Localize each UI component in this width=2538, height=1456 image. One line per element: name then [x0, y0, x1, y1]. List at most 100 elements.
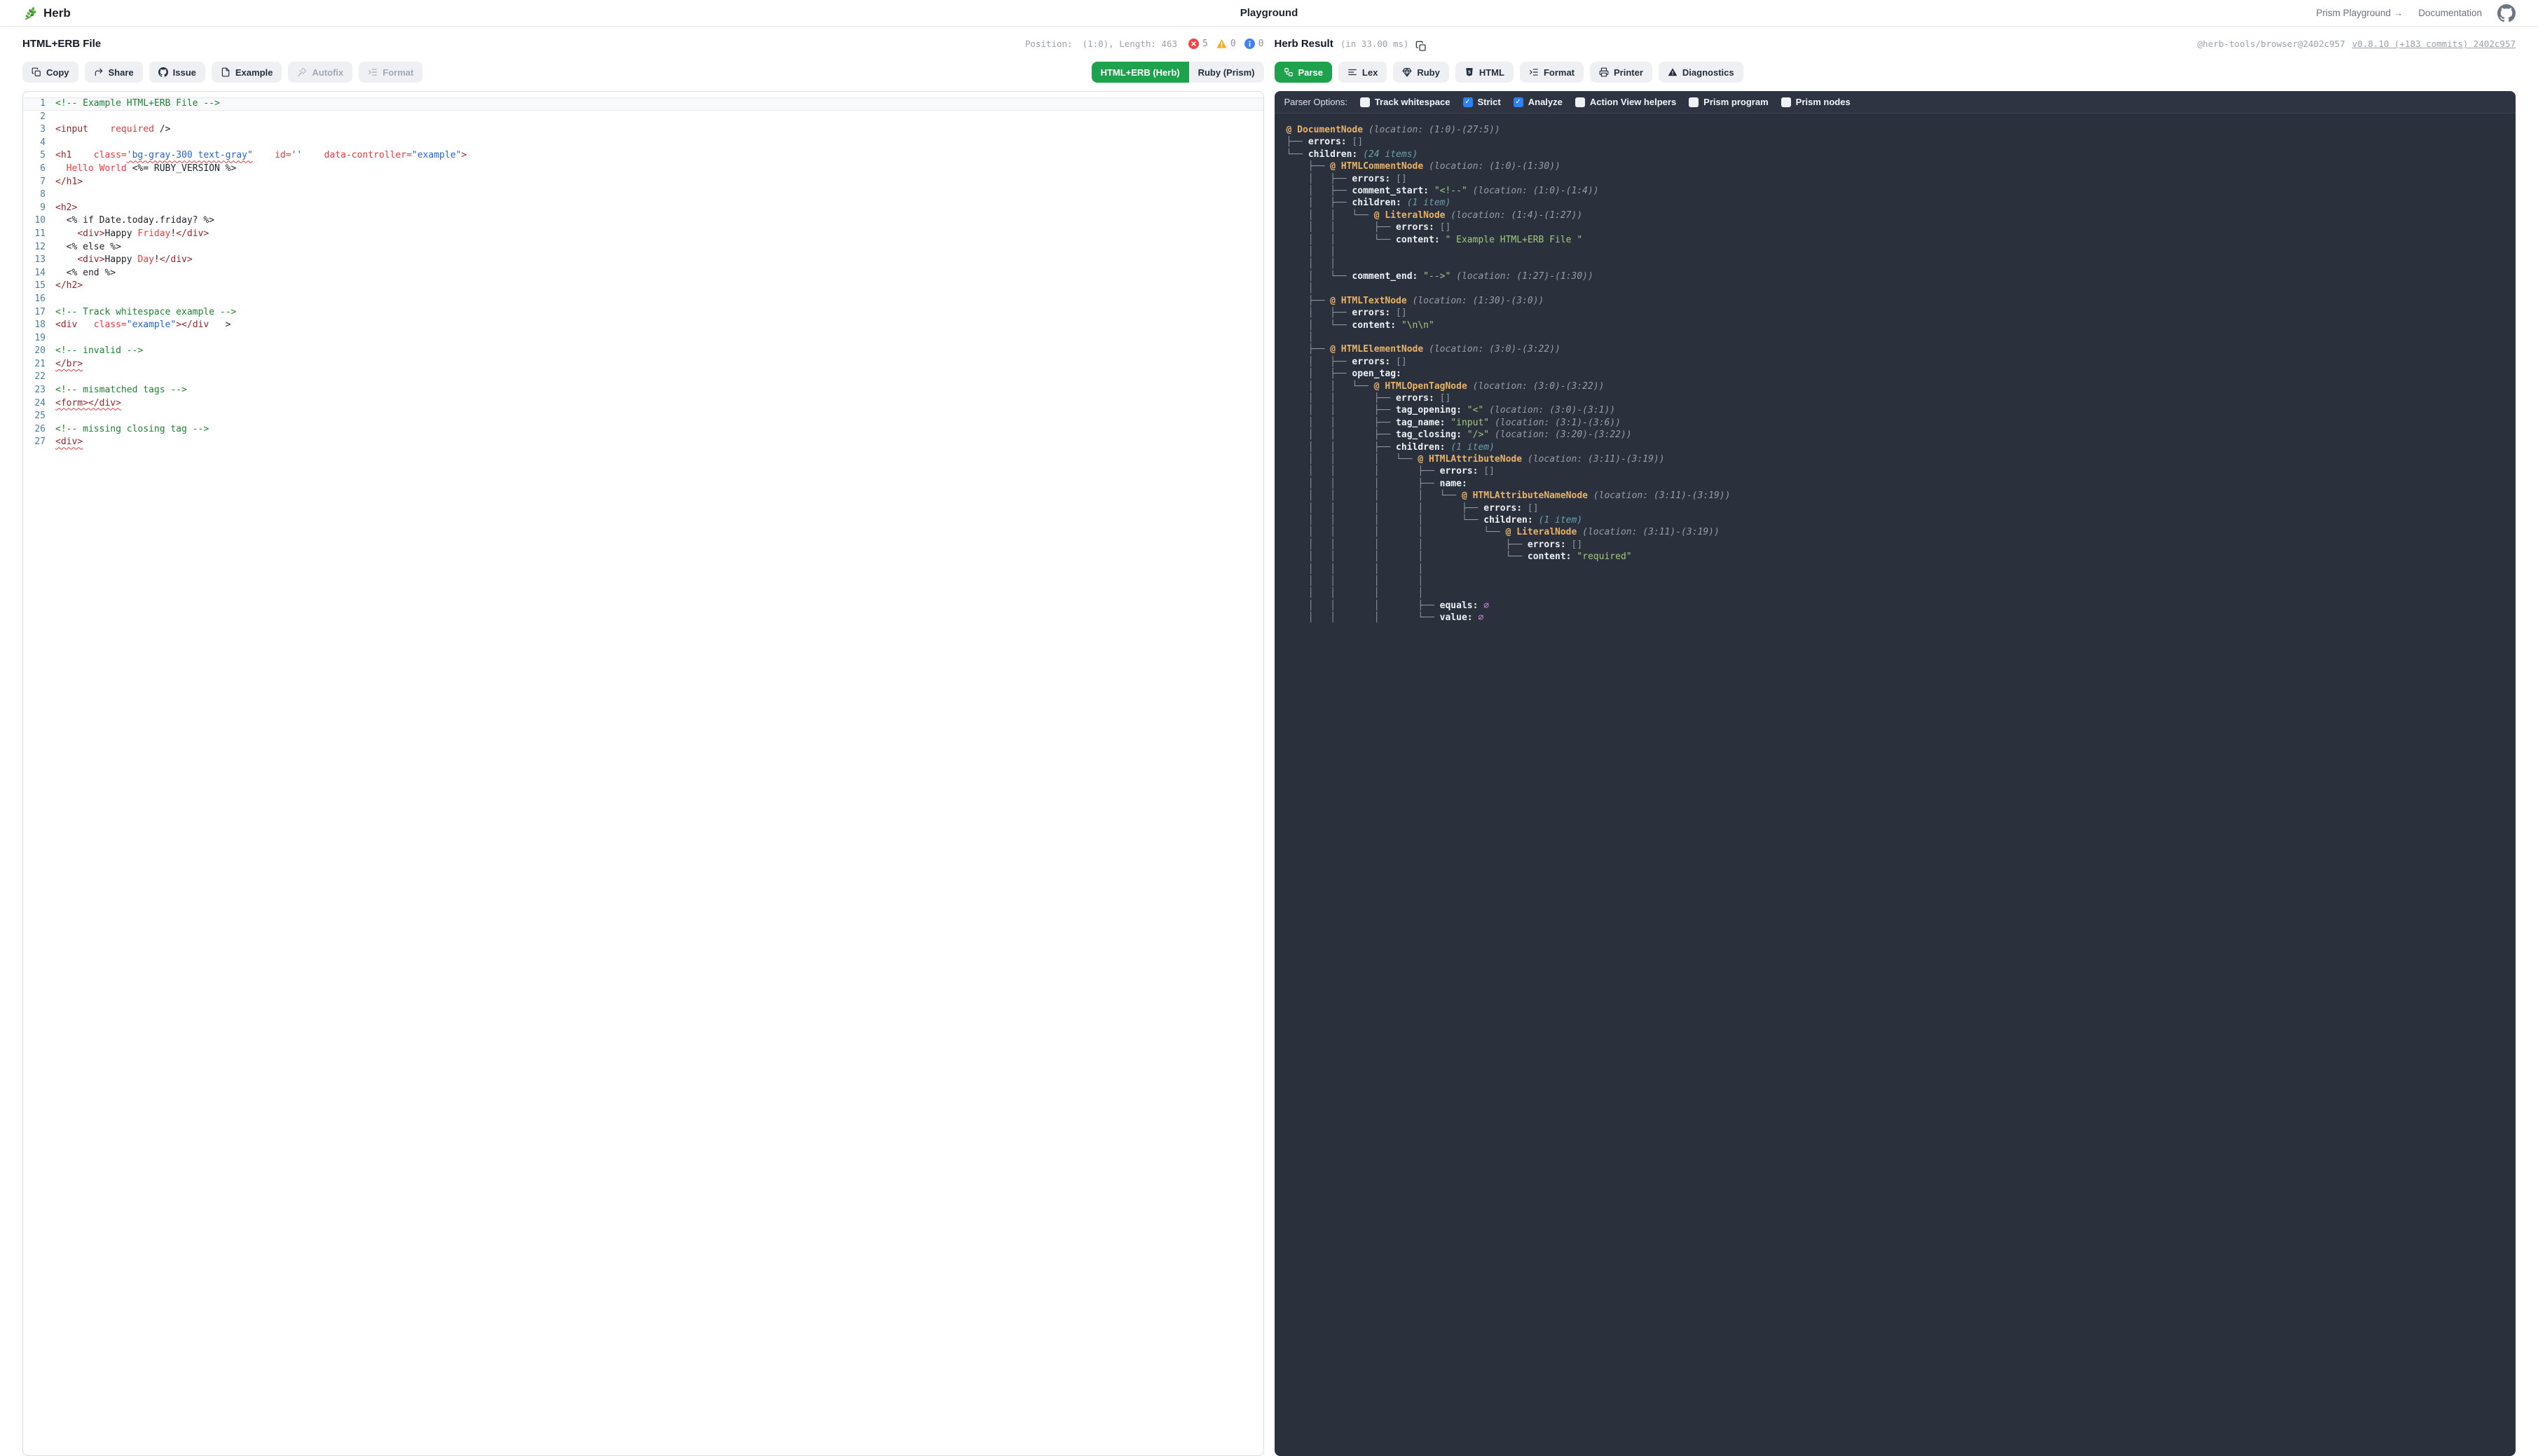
tree-line: │ │ ├── errors: [] — [1287, 392, 2504, 404]
wand-icon — [297, 67, 307, 77]
github-icon[interactable] — [2497, 4, 2516, 22]
tree-line: │ │ └── @ HTMLOpenTagNode (location: (3:… — [1287, 380, 2504, 392]
html-button[interactable]: 5 HTML — [1455, 62, 1514, 83]
warning-icon — [1216, 39, 1227, 49]
cursor-position: Position:(1:0), Length: 463 — [1025, 39, 1177, 49]
format-button[interactable]: Format — [359, 62, 423, 83]
file-icon — [221, 67, 231, 77]
code-line: 4 — [23, 137, 1263, 150]
code-line: 18<div class="example"></div > — [23, 319, 1263, 332]
checkbox-analyze[interactable]: ✓Analyze — [1514, 97, 1563, 107]
documentation-link[interactable]: Documentation — [2418, 8, 2482, 18]
line-number: 9 — [23, 202, 55, 215]
tree-line: @ DocumentNode (location: (1:0)-(27:5)) — [1287, 124, 2504, 136]
checkbox-track-whitespace[interactable]: Track whitespace — [1360, 97, 1450, 107]
code-line: 6 Hello World <%= RUBY_VERSION %> — [23, 163, 1263, 176]
tree-line: │ │ — [1287, 258, 2504, 270]
issue-button[interactable]: Issue — [149, 62, 205, 83]
line-number: 21 — [23, 358, 55, 371]
page-title: Playground — [1240, 7, 1298, 19]
share-button[interactable]: Share — [85, 62, 143, 83]
button-label: Example — [235, 67, 273, 78]
tree-line: │ │ │ │ └── children: (1 item) — [1287, 514, 2504, 526]
autofix-button[interactable]: Autofix — [288, 62, 352, 83]
brand[interactable]: Herb — [22, 6, 71, 21]
tree-line: │ │ └── content: " Example HTML+ERB File… — [1287, 234, 2504, 246]
checkbox-label: Analyze — [1528, 97, 1563, 107]
button-label: HTML — [1479, 67, 1504, 78]
line-number: 25 — [23, 410, 55, 423]
line-number: 27 — [23, 436, 55, 449]
tree-line: │ │ │ ├── errors: [] — [1287, 465, 2504, 477]
warning-count: 0 — [1230, 39, 1236, 49]
indent-icon — [1529, 67, 1539, 77]
line-number: 13 — [23, 254, 55, 267]
parse-timing: (in 33.00 ms) — [1340, 39, 1409, 49]
checkbox-prism-nodes[interactable]: Prism nodes — [1781, 97, 1851, 107]
ruby-button[interactable]: Ruby — [1393, 62, 1449, 83]
build-info: @herb-tools/browser@2402c957 v0.8.10 (+1… — [2197, 39, 2516, 49]
diagnostics-button[interactable]: Diagnostics — [1659, 62, 1743, 83]
tree-line: │ │ ├── tag_opening: "<" (location: (3:0… — [1287, 404, 2504, 416]
version-link[interactable]: v0.8.10 (+183 commits) 2402c957 — [2352, 39, 2516, 49]
tree-line: │ ├── errors: [] — [1287, 307, 2504, 319]
result-panel-title: Herb Result — [1275, 38, 1333, 50]
example-button[interactable]: Example — [212, 62, 282, 83]
checkbox-prism-program[interactable]: Prism program — [1689, 97, 1768, 107]
html5-icon: 5 — [1465, 67, 1474, 77]
code-line: 8 — [23, 188, 1263, 202]
tab-html-erb-herb[interactable]: HTML+ERB (Herb) — [1092, 62, 1189, 83]
copy-result-icon[interactable] — [1415, 41, 1427, 52]
line-number: 2 — [23, 111, 55, 124]
line-number: 11 — [23, 228, 55, 241]
error-badge[interactable]: 5 — [1188, 39, 1208, 49]
parser-options: Track whitespace✓Strict✓AnalyzeAction Vi… — [1360, 97, 1851, 107]
code-line: 9<h2> — [23, 202, 1263, 215]
printer-button[interactable]: Printer — [1590, 62, 1652, 83]
header-nav: Prism Playground → Documentation — [2316, 4, 2516, 22]
result-panel-head: Herb Result (in 33.00 ms) @herb-tools/br… — [1275, 38, 2516, 55]
lex-button[interactable]: Lex — [1338, 62, 1387, 83]
line-number: 1 — [23, 97, 55, 111]
info-count: 0 — [1258, 39, 1264, 49]
gem-icon — [1402, 67, 1412, 77]
checked-checkbox-icon: ✓ — [1463, 97, 1473, 107]
warning-badge[interactable]: 0 — [1216, 39, 1236, 49]
line-number: 15 — [23, 280, 55, 293]
code-line: 5<h1 class='bg-gray-300 text-gray" id=''… — [23, 149, 1263, 163]
checkbox-action-view-helpers[interactable]: Action View helpers — [1575, 97, 1676, 107]
parse-button[interactable]: Parse — [1275, 62, 1332, 83]
tree-line: ├── @ HTMLTextNode (location: (1:30)-(3:… — [1287, 295, 2504, 307]
result-panel: Parser Options: Track whitespace✓Strict✓… — [1275, 91, 2516, 1456]
tab-label: HTML+ERB (Herb) — [1101, 67, 1180, 78]
tree-line: │ └── comment_end: "-->" (location: (1:2… — [1287, 270, 2504, 282]
prism-playground-link[interactable]: Prism Playground → — [2316, 8, 2403, 18]
checkbox-strict[interactable]: ✓Strict — [1463, 97, 1501, 107]
herb-logo-icon — [22, 6, 38, 21]
tree-line: │ — [1287, 331, 2504, 343]
tree-line: └── children: (24 items) — [1287, 149, 2504, 160]
checkbox-label: Prism nodes — [1796, 97, 1851, 107]
tree-line: │ │ │ ├── name: — [1287, 478, 2504, 490]
tree-line: │ └── content: "\n\n" — [1287, 320, 2504, 331]
tree-line: │ │ │ └── value: ∅ — [1287, 612, 2504, 624]
code-line: 3<input required /> — [23, 123, 1263, 137]
github-icon — [158, 67, 168, 77]
format-button[interactable]: Format — [1520, 62, 1584, 83]
tree-line: │ │ │ ├── equals: ∅ — [1287, 600, 2504, 612]
tree-line: │ ├── children: (1 item) — [1287, 197, 2504, 209]
code-line: 19 — [23, 332, 1263, 345]
info-badge[interactable]: 0 — [1244, 39, 1264, 49]
code-lines: 1<!-- Example HTML+ERB File -->2 3<input… — [23, 97, 1263, 449]
code-line: 17<!-- Track whitespace example --> — [23, 306, 1263, 320]
tree-line: │ │ ├── children: (1 item) — [1287, 441, 2504, 453]
info-icon — [1244, 39, 1255, 49]
tree-line: │ ├── open_tag: — [1287, 368, 2504, 380]
format-tabs: HTML+ERB (Herb) Ruby (Prism) — [1092, 62, 1264, 83]
indent-icon — [368, 67, 378, 77]
line-number: 5 — [23, 149, 55, 163]
tab-ruby-prism[interactable]: Ruby (Prism) — [1189, 62, 1264, 83]
copy-button[interactable]: Copy — [22, 62, 78, 83]
warning-icon — [1668, 67, 1678, 77]
code-editor[interactable]: 1<!-- Example HTML+ERB File -->2 3<input… — [22, 91, 1264, 1456]
